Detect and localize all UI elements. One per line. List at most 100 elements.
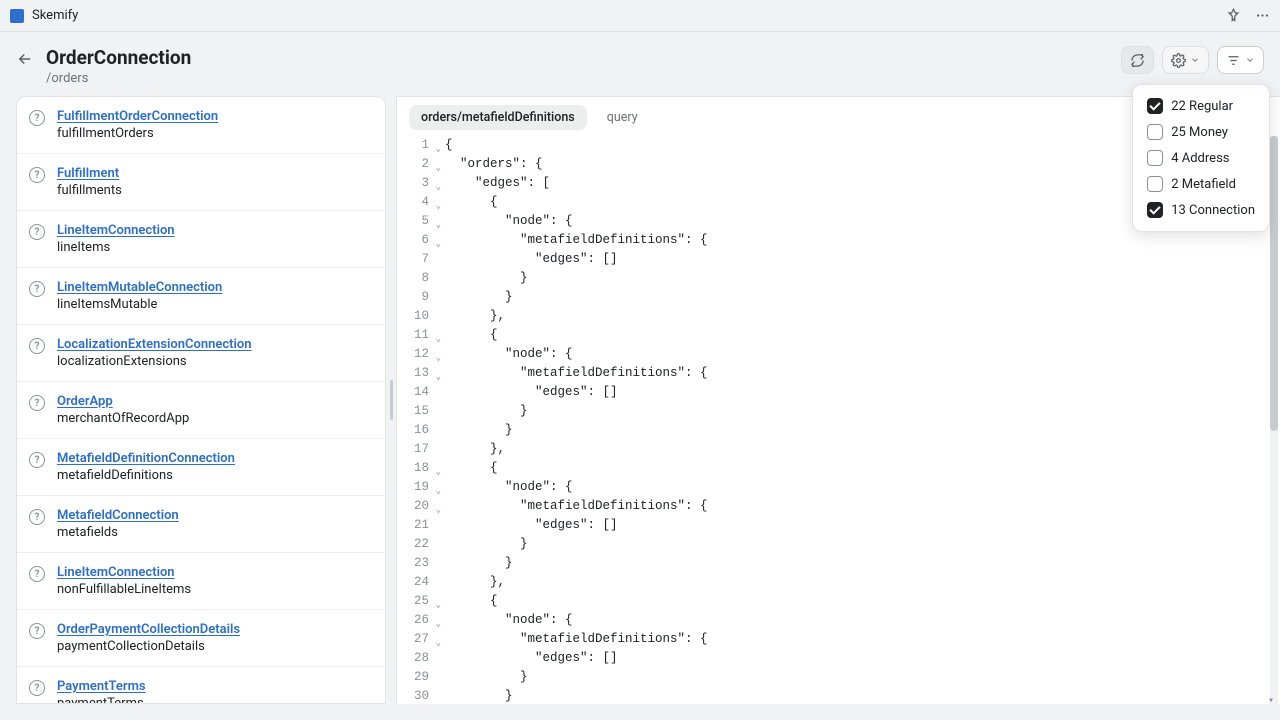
code-line[interactable]: 23 } [397, 554, 1280, 573]
back-arrow-icon[interactable] [16, 50, 34, 72]
sidebar-item-type[interactable]: LineItemMutableConnection [57, 280, 371, 295]
sidebar-item-type[interactable]: FulfillmentOrderConnection [57, 109, 371, 124]
fold-icon[interactable]: ⌄ [436, 501, 441, 520]
sidebar-item-type[interactable]: Fulfillment [57, 166, 371, 181]
line-number: 5⌄ [397, 212, 435, 231]
line-number: 2⌄ [397, 155, 435, 174]
code-line[interactable]: 17 }, [397, 440, 1280, 459]
code-line[interactable]: 30 } [397, 687, 1280, 704]
checkbox-icon[interactable] [1147, 176, 1163, 192]
code-line[interactable]: 27⌄ "metafieldDefinitions": { [397, 630, 1280, 649]
splitter-handle[interactable] [386, 96, 396, 704]
code-line[interactable]: 6⌄ "metafieldDefinitions": { [397, 231, 1280, 250]
code-line[interactable]: 25⌄ { [397, 592, 1280, 611]
sidebar-item[interactable]: ?OrderAppmerchantOfRecordApp [17, 382, 385, 439]
fold-icon[interactable]: ⌄ [436, 197, 441, 216]
fold-icon[interactable]: ⌄ [436, 615, 441, 634]
refresh-button[interactable] [1121, 46, 1154, 74]
sidebar-item-field: lineItemsMutable [57, 297, 371, 312]
fold-icon[interactable]: ⌄ [436, 178, 441, 197]
filter-option[interactable]: 4 Address [1143, 145, 1259, 171]
sidebar-item[interactable]: ?Fulfillmentfulfillments [17, 154, 385, 211]
sidebar-item-type[interactable]: MetafieldDefinitionConnection [57, 451, 371, 466]
fold-icon[interactable]: ⌄ [436, 330, 441, 349]
header-toolbar [1121, 46, 1264, 74]
scrollbar-thumb[interactable] [1270, 136, 1278, 431]
sidebar-item[interactable]: ?LineItemConnectionnonFulfillableLineIte… [17, 553, 385, 610]
chevron-down-icon [1190, 55, 1200, 65]
code-line[interactable]: 9 } [397, 288, 1280, 307]
code-line[interactable]: 10 }, [397, 307, 1280, 326]
sidebar-item-type[interactable]: LocalizationExtensionConnection [57, 337, 371, 352]
line-number: 20⌄ [397, 497, 435, 516]
code-line[interactable]: 11⌄ { [397, 326, 1280, 345]
fold-icon[interactable]: ⌄ [436, 235, 441, 254]
pin-icon[interactable] [1226, 8, 1241, 23]
code-line[interactable]: 15 } [397, 402, 1280, 421]
fold-icon[interactable]: ⌄ [436, 140, 441, 159]
filter-option[interactable]: 22 Regular [1143, 93, 1259, 119]
fold-icon[interactable]: ⌄ [436, 634, 441, 653]
line-number: 25⌄ [397, 592, 435, 611]
page-title: OrderConnection [46, 46, 191, 69]
code-line[interactable]: 12⌄ "node": { [397, 345, 1280, 364]
fold-icon[interactable]: ⌄ [436, 159, 441, 178]
checkbox-icon[interactable] [1147, 98, 1163, 114]
fold-icon[interactable]: ⌄ [436, 216, 441, 235]
code-line[interactable]: 19⌄ "node": { [397, 478, 1280, 497]
checkbox-icon[interactable] [1147, 124, 1163, 140]
scrollbar-down-icon[interactable]: ▾ [1268, 692, 1278, 702]
sidebar-item[interactable]: ?PaymentTermspaymentTerms [17, 667, 385, 704]
checkbox-icon[interactable] [1147, 150, 1163, 166]
sidebar-item-type[interactable]: LineItemConnection [57, 565, 371, 580]
sidebar-item-type[interactable]: LineItemConnection [57, 223, 371, 238]
line-number: 21 [397, 516, 435, 535]
code-line[interactable]: 28 "edges": [] [397, 649, 1280, 668]
code-line[interactable]: 16 } [397, 421, 1280, 440]
sidebar-item[interactable]: ?LocalizationExtensionConnectionlocaliza… [17, 325, 385, 382]
main-split: ?FulfillmentOrderConnectionfulfillmentOr… [0, 96, 1280, 704]
sidebar-item-type[interactable]: MetafieldConnection [57, 508, 371, 523]
code-line[interactable]: 24 }, [397, 573, 1280, 592]
line-number: 26⌄ [397, 611, 435, 630]
line-number: 23 [397, 554, 435, 573]
code-line[interactable]: 18⌄ { [397, 459, 1280, 478]
fold-icon[interactable]: ⌄ [436, 482, 441, 501]
filter-button[interactable] [1217, 46, 1264, 74]
tab-active[interactable]: orders/metafieldDefinitions [409, 105, 587, 130]
filter-option[interactable]: 2 Metafield [1143, 171, 1259, 197]
sidebar-item-type[interactable]: OrderPaymentCollectionDetails [57, 622, 371, 637]
sidebar-item[interactable]: ?OrderPaymentCollectionDetailspaymentCol… [17, 610, 385, 667]
sidebar-item-type[interactable]: PaymentTerms [57, 679, 371, 694]
checkbox-icon[interactable] [1147, 202, 1163, 218]
settings-button[interactable] [1162, 46, 1209, 74]
sidebar-item[interactable]: ?LineItemMutableConnectionlineItemsMutab… [17, 268, 385, 325]
line-number: 3⌄ [397, 174, 435, 193]
line-number: 24 [397, 573, 435, 592]
code-line[interactable]: 22 } [397, 535, 1280, 554]
filter-option[interactable]: 25 Money [1143, 119, 1259, 145]
sidebar-item[interactable]: ?LineItemConnectionlineItems [17, 211, 385, 268]
more-icon[interactable] [1255, 8, 1270, 23]
code-line[interactable]: 21 "edges": [] [397, 516, 1280, 535]
sidebar-item[interactable]: ?MetafieldDefinitionConnectionmetafieldD… [17, 439, 385, 496]
code-text: } [435, 269, 528, 288]
filter-option[interactable]: 13 Connection [1143, 197, 1259, 223]
sidebar[interactable]: ?FulfillmentOrderConnectionfulfillmentOr… [16, 96, 386, 704]
code-line[interactable]: 26⌄ "node": { [397, 611, 1280, 630]
sidebar-item[interactable]: ?MetafieldConnectionmetafields [17, 496, 385, 553]
sidebar-item-type[interactable]: OrderApp [57, 394, 371, 409]
fold-icon[interactable]: ⌄ [436, 463, 441, 482]
code-line[interactable]: 29 } [397, 668, 1280, 687]
sidebar-item-field: fulfillments [57, 183, 371, 198]
fold-icon[interactable]: ⌄ [436, 349, 441, 368]
code-line[interactable]: 7 "edges": [] [397, 250, 1280, 269]
code-line[interactable]: 14 "edges": [] [397, 383, 1280, 402]
fold-icon[interactable]: ⌄ [436, 368, 441, 387]
code-line[interactable]: 20⌄ "metafieldDefinitions": { [397, 497, 1280, 516]
fold-icon[interactable]: ⌄ [436, 596, 441, 615]
code-line[interactable]: 8 } [397, 269, 1280, 288]
code-line[interactable]: 13⌄ "metafieldDefinitions": { [397, 364, 1280, 383]
tab-query[interactable]: query [595, 105, 650, 130]
sidebar-item[interactable]: ?FulfillmentOrderConnectionfulfillmentOr… [17, 97, 385, 154]
